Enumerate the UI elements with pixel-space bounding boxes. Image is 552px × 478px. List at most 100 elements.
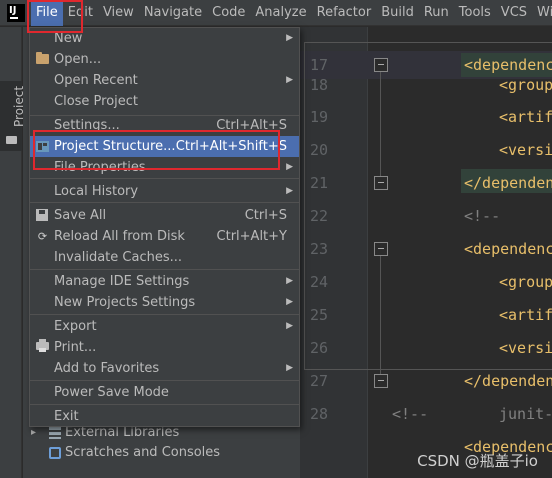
highlight-box-file-menu [27, 0, 83, 33]
menu-item-label: Print... [54, 340, 97, 355]
menu-item-invalidate-caches[interactable]: Invalidate Caches... [30, 247, 299, 268]
menu-separator [30, 314, 299, 315]
menu-item-label: Exit [54, 409, 79, 424]
library-icon [49, 427, 61, 439]
code-line: <artif [499, 306, 552, 324]
code-line: <!-- [392, 405, 429, 423]
fold-marker-icon[interactable] [374, 374, 388, 388]
menu-tools[interactable]: Tools [454, 0, 496, 26]
fold-marker-icon[interactable] [374, 242, 388, 256]
menu-refactor[interactable]: Refactor [312, 0, 377, 26]
menu-item-close-project[interactable]: Close Project [30, 91, 299, 112]
menu-code[interactable]: Code [207, 0, 250, 26]
menu-item-power-save-mode[interactable]: Power Save Mode [30, 382, 299, 403]
code-line: <versi [499, 141, 552, 159]
tree-item-label: Scratches and Consoles [65, 445, 221, 460]
menu-item-label: Invalidate Caches... [54, 250, 183, 265]
line-number: 28 [309, 405, 328, 423]
submenu-arrow-icon: ▶ [286, 33, 293, 43]
tool-window-strip: Project [0, 27, 26, 478]
menu-item-exit[interactable]: Exit [30, 406, 299, 427]
menu-item-reload-all[interactable]: ⟳ Reload All from Disk Ctrl+Alt+Y [30, 226, 299, 247]
code-line: <dependenc [464, 56, 552, 74]
menu-item-new-projects-settings[interactable]: New Projects Settings ▶ [30, 292, 299, 313]
code-line: junit- [499, 405, 552, 423]
tree-item-scratches[interactable]: Scratches and Consoles [23, 443, 300, 463]
menu-item-save-all[interactable]: Save All Ctrl+S [30, 205, 299, 226]
line-number: 25 [309, 306, 328, 324]
code-line: <dependenc [464, 240, 552, 258]
menu-separator [30, 404, 299, 405]
code-line: </dependen [464, 174, 552, 192]
menu-item-label: Close Project [54, 94, 139, 109]
menu-item-label: Manage IDE Settings [54, 274, 190, 289]
menu-run[interactable]: Run [419, 0, 454, 26]
menu-separator [30, 269, 299, 270]
menu-item-label: Export [54, 319, 97, 334]
submenu-arrow-icon: ▶ [286, 363, 293, 373]
submenu-arrow-icon: ▶ [286, 186, 293, 196]
shortcut-label: Ctrl+Alt+Y [216, 229, 287, 244]
line-number: 17 [309, 56, 328, 74]
submenu-arrow-icon: ▶ [286, 297, 293, 307]
menu-item-local-history[interactable]: Local History ▶ [30, 181, 299, 202]
fold-guide [380, 72, 381, 176]
code-line: <!-- [464, 207, 501, 225]
intellij-logo-icon[interactable]: IJ [7, 3, 25, 22]
line-number: 22 [309, 207, 328, 225]
reload-icon: ⟳ [37, 230, 48, 243]
submenu-arrow-icon: ▶ [286, 162, 293, 172]
menu-navigate[interactable]: Navigate [139, 0, 207, 26]
fold-guide [380, 256, 381, 374]
menu-item-label: New Projects Settings [54, 295, 196, 310]
line-number: 18 [309, 76, 328, 94]
code-line: <group [499, 273, 552, 291]
line-number: 26 [309, 339, 328, 357]
file-menu-dropdown: New ▶ Open... Open Recent ▶ Close Projec… [29, 27, 300, 427]
fold-marker-icon[interactable] [374, 58, 388, 72]
line-number: 19 [309, 108, 328, 126]
line-number: 20 [309, 141, 328, 159]
shortcut-label: Ctrl+S [244, 208, 287, 223]
menu-item-label: Local History [54, 184, 139, 199]
code-line: <artif [499, 108, 552, 126]
folder-icon [36, 52, 49, 64]
line-number: 24 [309, 273, 328, 291]
submenu-arrow-icon: ▶ [286, 321, 293, 331]
menu-item-open[interactable]: Open... [30, 49, 299, 70]
menu-build[interactable]: Build [376, 0, 419, 26]
menu-view[interactable]: View [98, 0, 139, 26]
menu-item-open-recent[interactable]: Open Recent ▶ [30, 70, 299, 91]
print-icon [36, 339, 49, 352]
menu-item-manage-ide-settings[interactable]: Manage IDE Settings ▶ [30, 271, 299, 292]
scratches-icon [49, 447, 61, 459]
submenu-arrow-icon: ▶ [286, 276, 293, 286]
menu-item-label: Add to Favorites [54, 361, 160, 376]
menu-item-label: Reload All from Disk [54, 229, 185, 244]
menu-item-label: Power Save Mode [54, 385, 169, 400]
menu-item-print[interactable]: Print... [30, 337, 299, 358]
menu-item-label: Open Recent [54, 73, 138, 88]
code-editor[interactable]: 17 18 19 20 21 22 23 24 25 26 27 28 <dep… [300, 27, 552, 478]
watermark: CSDN @瓶盖子io [417, 452, 538, 470]
code-line: <group [499, 76, 552, 94]
menu-item-export[interactable]: Export ▶ [30, 316, 299, 337]
menu-analyze[interactable]: Analyze [250, 0, 311, 26]
menu-separator [30, 380, 299, 381]
menu-item-add-to-favorites[interactable]: Add to Favorites ▶ [30, 358, 299, 379]
code-line: </dependen [464, 372, 552, 390]
menu-item-label: Save All [54, 208, 107, 223]
folder-icon [6, 136, 17, 144]
menu-separator [30, 178, 299, 179]
line-number: 23 [309, 240, 328, 258]
menu-window[interactable]: Wind [532, 0, 552, 26]
menu-separator [30, 202, 299, 203]
menu-vcs[interactable]: VCS [496, 0, 532, 26]
code-line: <versi [499, 339, 552, 357]
save-icon [36, 209, 48, 221]
line-number: 21 [309, 174, 328, 192]
fold-marker-icon[interactable] [374, 176, 388, 190]
submenu-arrow-icon: ▶ [286, 75, 293, 85]
menu-item-label: Open... [54, 52, 102, 67]
line-number: 27 [309, 372, 328, 390]
